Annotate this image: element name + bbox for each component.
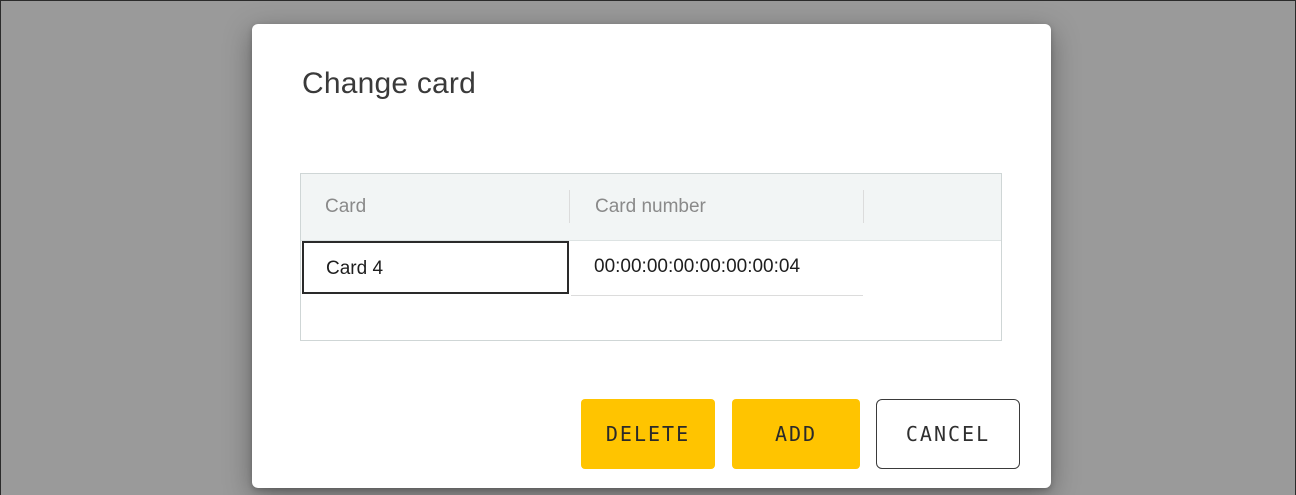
cell-card-number-value: 00:00:00:00:00:00:00:04 (594, 256, 801, 277)
table-header: Card Card number (301, 174, 1001, 241)
column-header-card[interactable]: Card (325, 196, 366, 218)
cell-card-value: Card 4 (326, 258, 384, 279)
add-button[interactable]: ADD (732, 399, 860, 469)
column-header-card-number[interactable]: Card number (595, 196, 706, 218)
cell-card-selected[interactable]: Card 4 (302, 241, 569, 294)
delete-button[interactable]: DELETE (581, 399, 715, 469)
column-separator[interactable] (569, 190, 570, 223)
card-table: Card Card number Card 4 00:00:00:00:00:0… (300, 173, 1002, 341)
modal-backdrop: Change card Card Card number Card 4 00:0… (0, 0, 1296, 495)
column-separator[interactable] (863, 190, 864, 223)
table-row[interactable]: Card 4 00:00:00:00:00:00:00:04 (301, 241, 1001, 297)
cell-card-number[interactable]: 00:00:00:00:00:00:00:04 (571, 241, 863, 296)
dialog-title: Change card (302, 67, 476, 100)
change-card-dialog: Change card Card Card number Card 4 00:0… (252, 24, 1051, 488)
cancel-button[interactable]: CANCEL (876, 399, 1020, 469)
